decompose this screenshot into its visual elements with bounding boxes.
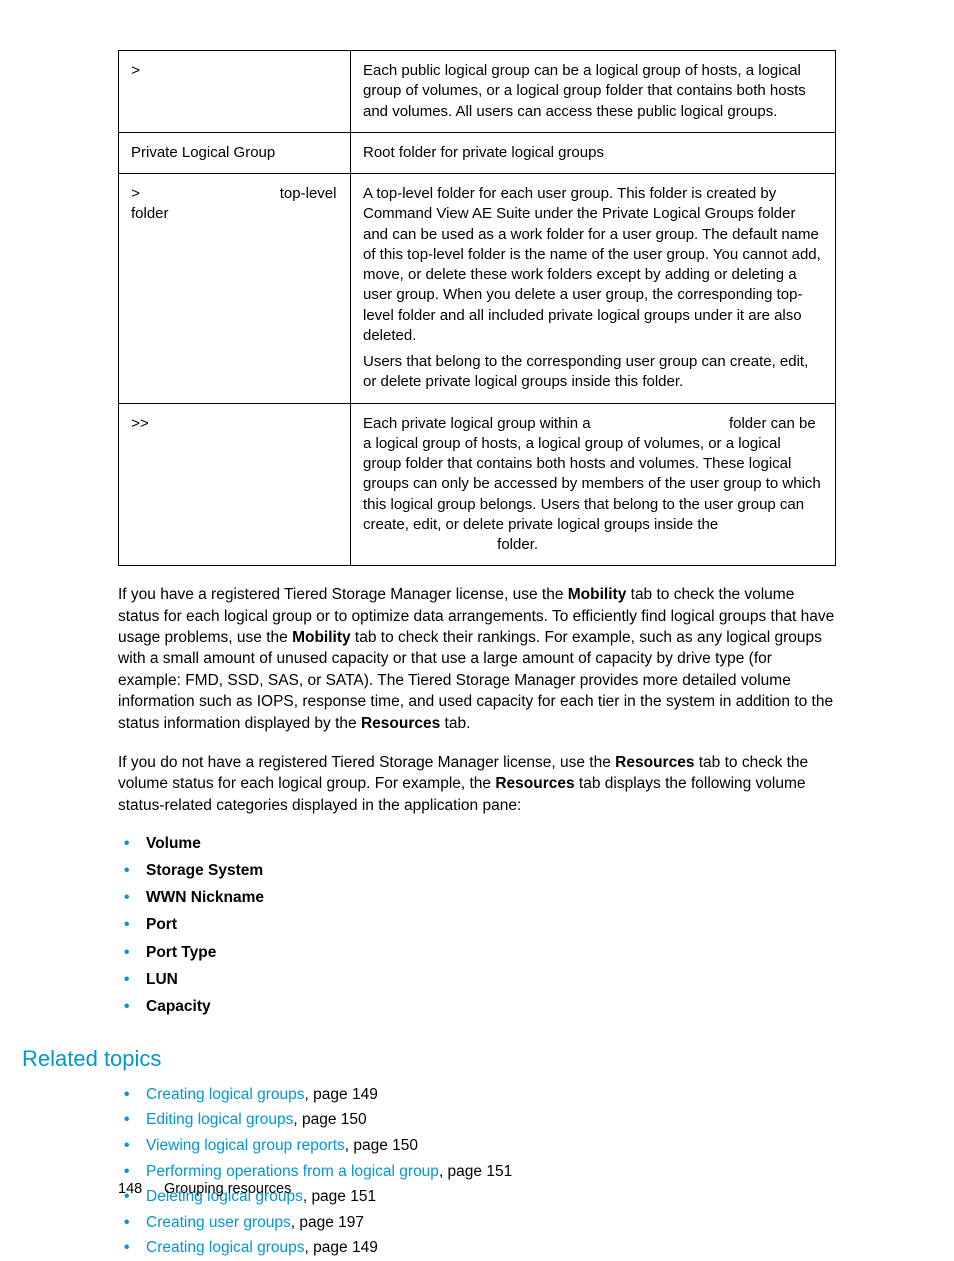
category-item: Port xyxy=(146,911,836,938)
related-link[interactable]: Creating user groups xyxy=(146,1214,291,1231)
category-item: WWN Nickname xyxy=(146,884,836,911)
category-list: VolumeStorage SystemWWN NicknamePortPort… xyxy=(118,830,836,1020)
table-cell-desc: Each public logical group can be a logic… xyxy=(351,51,836,133)
logical-group-table: >Each public logical group can be a logi… xyxy=(118,50,836,566)
table-row: >>Each private logical group within a fo… xyxy=(119,403,836,566)
category-item: Port Type xyxy=(146,939,836,966)
related-link[interactable]: Viewing logical group reports xyxy=(146,1137,345,1154)
category-item: Capacity xyxy=(146,993,836,1020)
related-link[interactable]: Creating logical groups xyxy=(146,1239,305,1256)
table-cell-desc: Root folder for private logical groups xyxy=(351,132,836,173)
table-cell-key: >> xyxy=(119,403,351,566)
category-item: Volume xyxy=(146,830,836,857)
related-link-page: , page 151 xyxy=(303,1188,376,1205)
page: >Each public logical group can be a logi… xyxy=(0,0,954,1235)
related-link-page: , page 150 xyxy=(345,1137,418,1154)
table-cell-desc: Each private logical group within a fold… xyxy=(351,403,836,566)
related-link-page: , page 149 xyxy=(305,1239,378,1256)
related-link-page: , page 151 xyxy=(439,1163,512,1180)
related-topics-heading: Related topics xyxy=(22,1046,836,1072)
related-link-page: , page 149 xyxy=(305,1086,378,1103)
footer-section: Grouping resources xyxy=(164,1181,291,1197)
table-row: >Each public logical group can be a logi… xyxy=(119,51,836,133)
related-link-item: Editing logical groups, page 150 xyxy=(146,1107,836,1133)
paragraph-mobility: If you have a registered Tiered Storage … xyxy=(118,584,836,734)
related-link-item: Creating logical groups, page 149 xyxy=(146,1082,836,1108)
category-item: Storage System xyxy=(146,857,836,884)
table-cell-key: > xyxy=(119,51,351,133)
page-footer: 148 Grouping resources xyxy=(118,1181,291,1197)
category-item: LUN xyxy=(146,966,836,993)
page-number: 148 xyxy=(118,1181,160,1197)
related-links-list: Creating logical groups, page 149Editing… xyxy=(118,1082,836,1261)
table-row: Private Logical GroupRoot folder for pri… xyxy=(119,132,836,173)
related-link-item: Creating user groups, page 197 xyxy=(146,1210,836,1236)
related-link[interactable]: Performing operations from a logical gro… xyxy=(146,1163,439,1180)
related-link-page: , page 197 xyxy=(291,1214,364,1231)
related-link-item: Viewing logical group reports, page 150 xyxy=(146,1133,836,1159)
related-link[interactable]: Editing logical groups xyxy=(146,1111,293,1128)
table-cell-key: >top-level folder xyxy=(119,174,351,404)
related-link[interactable]: Creating logical groups xyxy=(146,1086,305,1103)
table-cell-desc: A top-level folder for each user group. … xyxy=(351,174,836,404)
table-row: >top-level folderA top-level folder for … xyxy=(119,174,836,404)
table-cell-key: Private Logical Group xyxy=(119,132,351,173)
related-link-page: , page 150 xyxy=(293,1111,366,1128)
paragraph-resources: If you do not have a registered Tiered S… xyxy=(118,752,836,816)
related-link-item: Creating logical groups, page 149 xyxy=(146,1235,836,1261)
